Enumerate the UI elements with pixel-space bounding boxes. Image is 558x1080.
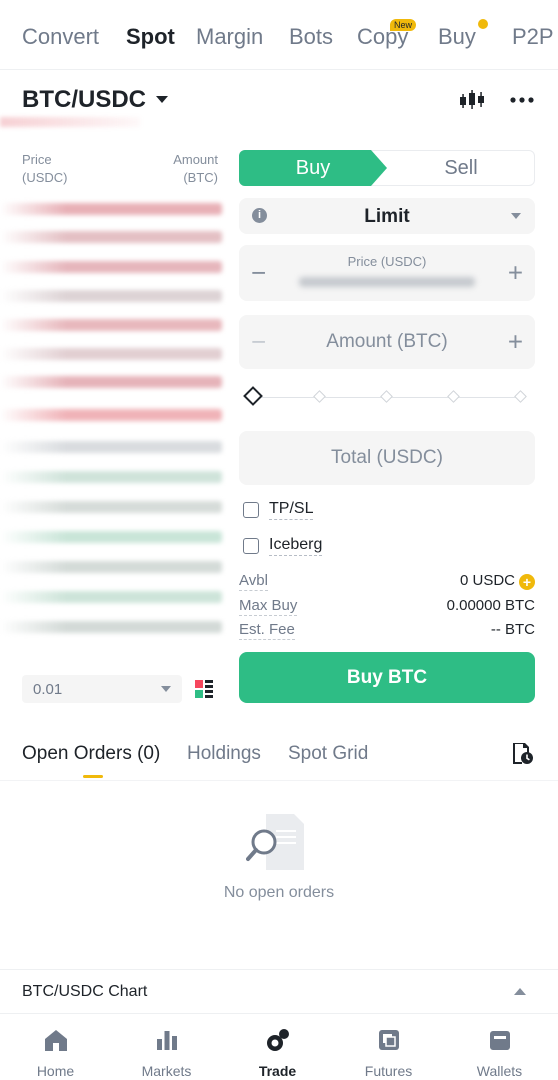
pair-selector[interactable]: BTC/USDC [22, 86, 146, 114]
nav-home-label: Home [36, 1063, 75, 1079]
futures-icon [378, 1030, 399, 1050]
iceberg-label[interactable]: Iceberg [269, 535, 323, 556]
tab-margin[interactable]: Margin [196, 24, 263, 50]
tab-bots[interactable]: Bots [289, 24, 333, 50]
more-options-icon[interactable] [510, 96, 534, 104]
orderbook-row[interactable] [0, 231, 222, 243]
top-nav: Convert Spot Margin Bots Copy New Buy P2… [0, 0, 558, 70]
bottom-nav: Home Markets Trade Futures Wallets [0, 1013, 558, 1080]
max-buy-value: 0.00000 BTC [446, 597, 535, 614]
buy-sell-toggle: Buy Sell [239, 150, 535, 186]
empty-state-text: No open orders [223, 884, 335, 901]
nav-markets-label: Markets [141, 1063, 192, 1079]
amount-column-header: Amount (BTC) [173, 152, 218, 185]
chevron-down-icon [161, 686, 171, 692]
orderbook-row[interactable] [0, 621, 222, 633]
orderbook-row[interactable] [0, 290, 222, 302]
orderbook-row[interactable] [0, 591, 222, 603]
slider-step-100[interactable] [514, 390, 527, 403]
chevron-down-icon [511, 213, 521, 219]
amount-percent-slider[interactable] [243, 386, 527, 406]
price-value-blurred [299, 277, 475, 287]
price-column-header: Price Amount (USDC) [22, 152, 68, 185]
slider-handle[interactable] [243, 386, 263, 406]
tab-spot-grid[interactable]: Spot Grid [288, 743, 368, 765]
order-type-select[interactable]: i Limit [239, 198, 535, 234]
buy-btc-button[interactable]: Buy BTC [239, 652, 535, 703]
slider-step-75[interactable] [447, 390, 460, 403]
order-book[interactable] [0, 195, 222, 665]
orderbook-row[interactable] [0, 409, 222, 421]
est-fee-label[interactable]: Est. Fee [239, 621, 295, 640]
notification-dot [478, 19, 488, 29]
nav-trade[interactable]: Trade [222, 1014, 333, 1080]
nav-trade-label: Trade [258, 1063, 297, 1079]
price-label: Price (USDC) [347, 254, 427, 269]
orderbook-row[interactable] [0, 561, 222, 573]
orderbook-row[interactable] [0, 471, 222, 483]
orderbook-row[interactable] [0, 203, 222, 215]
total-placeholder: Total (USDC) [331, 447, 443, 468]
price-change-blurred [0, 117, 140, 127]
tab-holdings[interactable]: Holdings [187, 743, 261, 765]
total-input[interactable]: Total (USDC) [239, 431, 535, 485]
divider [0, 780, 558, 781]
chart-label: BTC/USDC Chart [22, 983, 148, 1000]
candlestick-chart-icon[interactable] [458, 88, 486, 112]
amount-input[interactable]: − Amount (BTC) + [239, 315, 535, 369]
buy-tab[interactable]: Buy [239, 150, 387, 186]
sell-tab[interactable]: Sell [388, 151, 534, 185]
max-buy-label[interactable]: Max Buy [239, 597, 298, 616]
home-icon [44, 1030, 67, 1051]
tpsl-checkbox[interactable] [243, 502, 259, 518]
nav-markets[interactable]: Markets [111, 1014, 222, 1080]
tab-open-orders[interactable]: Open Orders (0) [22, 743, 160, 765]
nav-home[interactable]: Home [0, 1014, 111, 1080]
order-type-label: Limit [364, 206, 410, 227]
tab-buy[interactable]: Buy [438, 24, 476, 50]
nav-futures-label: Futures [364, 1063, 413, 1079]
orderbook-row[interactable] [0, 376, 222, 388]
orderbook-row[interactable] [0, 441, 222, 453]
active-tab-indicator [83, 775, 103, 778]
price-step-select[interactable]: 0.01 [22, 675, 182, 703]
tab-p2p[interactable]: P2P [512, 24, 554, 50]
orderbook-layout-icon[interactable] [194, 679, 214, 699]
orderbook-row[interactable] [0, 319, 222, 331]
tab-convert[interactable]: Convert [22, 24, 99, 50]
orderbook-row[interactable] [0, 348, 222, 360]
avbl-label[interactable]: Avbl [239, 572, 268, 591]
pair-dropdown-icon[interactable] [156, 96, 168, 103]
nav-futures[interactable]: Futures [333, 1014, 444, 1080]
iceberg-checkbox[interactable] [243, 538, 259, 554]
tab-spot[interactable]: Spot [126, 24, 175, 50]
amount-placeholder: Amount (BTC) [326, 331, 448, 352]
orderbook-row[interactable] [0, 531, 222, 543]
price-input[interactable]: − Price (USDC) + [239, 245, 535, 301]
slider-step-25[interactable] [313, 390, 326, 403]
avbl-value: 0 USDC + [460, 572, 535, 590]
chart-panel-toggle[interactable]: BTC/USDC Chart [0, 969, 558, 1013]
wallet-icon [489, 1031, 510, 1050]
amount-increment-button[interactable]: + [508, 327, 523, 358]
markets-icon [156, 1031, 177, 1050]
nav-wallets[interactable]: Wallets [444, 1014, 555, 1080]
price-increment-button[interactable]: + [508, 258, 523, 289]
trade-icon [266, 1029, 289, 1051]
order-history-icon[interactable] [510, 741, 534, 765]
orderbook-row[interactable] [0, 501, 222, 513]
chevron-up-icon[interactable] [514, 988, 526, 995]
est-fee-value: -- BTC [490, 621, 535, 638]
slider-step-50[interactable] [380, 390, 393, 403]
no-orders-icon [246, 814, 304, 870]
add-funds-icon[interactable]: + [519, 574, 535, 590]
tpsl-label[interactable]: TP/SL [269, 499, 314, 520]
nav-wallets-label: Wallets [476, 1063, 523, 1079]
orderbook-row[interactable] [0, 261, 222, 273]
new-badge: New [390, 19, 417, 31]
